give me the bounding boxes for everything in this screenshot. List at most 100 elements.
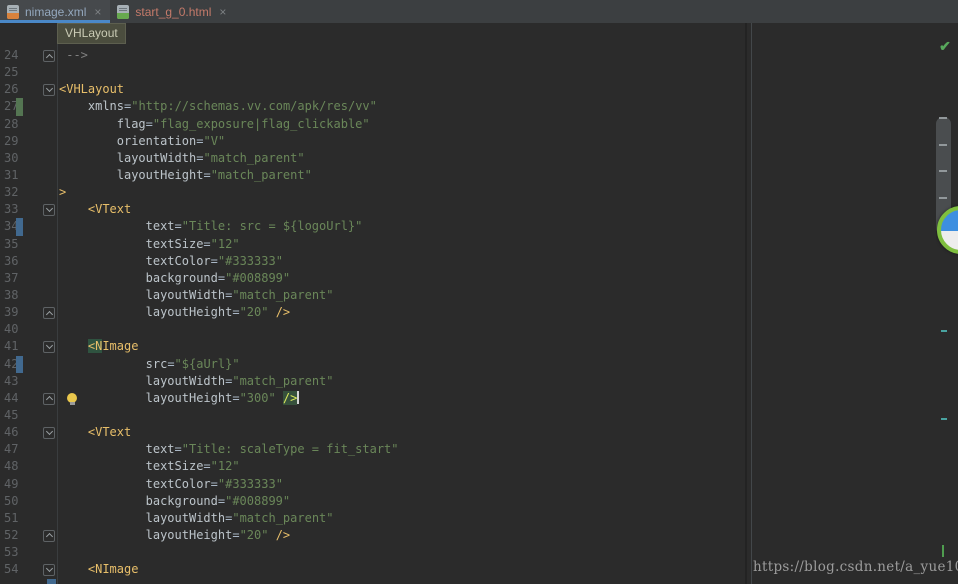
code-token: "300" xyxy=(240,391,276,405)
tab-label: nimage.xml xyxy=(25,5,86,19)
code-token: = xyxy=(232,305,239,319)
code-line[interactable]: 27xmlns="http://schemas.vv.com/apk/res/v… xyxy=(0,98,958,115)
code-line[interactable]: 48textSize="12" xyxy=(0,458,958,475)
code-line[interactable]: 45 xyxy=(0,407,958,424)
code-line[interactable]: 49textColor="#333333" xyxy=(0,476,958,493)
fold-end-icon[interactable] xyxy=(43,307,55,319)
stripe-mark[interactable] xyxy=(939,117,947,119)
line-number: 49 xyxy=(4,476,20,493)
line-number: 38 xyxy=(4,287,20,304)
code-line[interactable]: 30layoutWidth="match_parent" xyxy=(0,150,958,167)
close-icon[interactable]: × xyxy=(219,7,226,17)
modified-line-bar-partial xyxy=(47,579,56,584)
code-line[interactable]: 38layoutWidth="match_parent" xyxy=(0,287,958,304)
close-icon[interactable]: × xyxy=(94,7,101,17)
added-line-bar xyxy=(16,98,23,115)
fold-start-icon[interactable] xyxy=(43,427,55,439)
code-token: /> xyxy=(276,528,290,542)
stripe-mark[interactable] xyxy=(941,330,947,332)
inspections-ok-icon[interactable]: ✔ xyxy=(936,38,954,54)
code-line[interactable]: 33<VText xyxy=(0,201,958,218)
tab-nimage-xml[interactable]: nimage.xml × xyxy=(0,0,110,23)
stripe-mark[interactable] xyxy=(939,197,947,199)
stripe-mark[interactable] xyxy=(941,418,947,420)
code-token: textColor xyxy=(146,477,211,491)
code-line[interactable]: 41<NImage xyxy=(0,338,958,355)
code-line[interactable]: 32> xyxy=(0,184,958,201)
line-number: 35 xyxy=(4,236,20,253)
line-number: 50 xyxy=(4,493,20,510)
code-token: = xyxy=(175,442,182,456)
code-line[interactable]: 40 xyxy=(0,321,958,338)
code-line[interactable]: 28flag="flag_exposure|flag_clickable" xyxy=(0,116,958,133)
code-line[interactable]: 24--> xyxy=(0,47,958,64)
code-line[interactable]: 29orientation="V" xyxy=(0,133,958,150)
code-token: /> xyxy=(276,305,290,319)
code-line[interactable]: 47text="Title: scaleType = fit_start" xyxy=(0,441,958,458)
code-token: = xyxy=(203,168,210,182)
code-line[interactable]: 26<VHLayout xyxy=(0,81,958,98)
code-token: layoutWidth xyxy=(146,374,225,388)
fold-end-icon[interactable] xyxy=(43,530,55,542)
line-number: 51 xyxy=(4,510,20,527)
fold-start-icon[interactable] xyxy=(43,564,55,576)
code-line[interactable]: 37background="#008899" xyxy=(0,270,958,287)
code-line[interactable]: 52layoutHeight="20" /> xyxy=(0,527,958,544)
line-number: 43 xyxy=(4,373,20,390)
code-token: Image xyxy=(102,339,138,353)
code-line[interactable]: 44layoutHeight="300" /> xyxy=(0,390,958,407)
line-number: 26 xyxy=(4,81,20,98)
globe-icon[interactable] xyxy=(936,203,958,257)
code-token: /> xyxy=(283,391,297,405)
code-token: = xyxy=(175,219,182,233)
code-token: --> xyxy=(66,48,88,62)
code-editor[interactable]: 24-->2526<VHLayout27xmlns="http://schema… xyxy=(0,23,958,584)
code-line[interactable]: 46<VText xyxy=(0,424,958,441)
code-token: "12" xyxy=(211,459,240,473)
code-line[interactable]: 25 xyxy=(0,64,958,81)
code-token: "#333333" xyxy=(218,254,283,268)
code-token: "#008899" xyxy=(225,271,290,285)
code-token: "match_parent" xyxy=(232,511,333,525)
code-line[interactable]: 31layoutHeight="match_parent" xyxy=(0,167,958,184)
fold-start-icon[interactable] xyxy=(43,84,55,96)
code-line[interactable]: 43layoutWidth="match_parent" xyxy=(0,373,958,390)
code-line[interactable]: 51layoutWidth="match_parent" xyxy=(0,510,958,527)
code-token: textSize xyxy=(146,237,204,251)
code-token: = xyxy=(211,477,218,491)
code-token: = xyxy=(232,391,239,405)
line-number: 40 xyxy=(4,321,20,338)
code-line[interactable]: 35textSize="12" xyxy=(0,236,958,253)
code-line[interactable]: 50background="#008899" xyxy=(0,493,958,510)
code-token: layoutHeight xyxy=(117,168,204,182)
fold-end-icon[interactable] xyxy=(43,393,55,405)
code-token: layoutWidth xyxy=(117,151,196,165)
code-line[interactable]: 34text="Title: src = ${logoUrl}" xyxy=(0,218,958,235)
code-area[interactable]: 24-->2526<VHLayout27xmlns="http://schema… xyxy=(0,47,958,578)
code-line[interactable]: 36textColor="#333333" xyxy=(0,253,958,270)
tab-start-g-0-html[interactable]: start_g_0.html × xyxy=(110,0,235,23)
code-token: "match_parent" xyxy=(232,374,333,388)
fold-start-icon[interactable] xyxy=(43,204,55,216)
code-line[interactable]: 39layoutHeight="20" /> xyxy=(0,304,958,321)
editor-tab-bar: nimage.xml × start_g_0.html × xyxy=(0,0,958,23)
tag-tooltip: VHLayout xyxy=(57,23,126,44)
code-line[interactable]: 42src="${aUrl}" xyxy=(0,356,958,373)
stripe-mark[interactable] xyxy=(939,170,947,172)
code-token: src xyxy=(146,357,168,371)
code-token: <VText xyxy=(88,202,131,216)
modified-line-bar xyxy=(16,356,23,373)
html-file-icon xyxy=(117,5,129,19)
code-token xyxy=(268,305,275,319)
stripe-mark[interactable] xyxy=(939,144,947,146)
stripe-mark[interactable] xyxy=(942,545,944,557)
line-number: 47 xyxy=(4,441,20,458)
fold-end-icon[interactable] xyxy=(43,50,55,62)
line-number: 36 xyxy=(4,253,20,270)
code-token: = xyxy=(232,528,239,542)
fold-start-icon[interactable] xyxy=(43,341,55,353)
code-token: > xyxy=(59,185,66,199)
code-token: = xyxy=(211,254,218,268)
code-token: "match_parent" xyxy=(232,288,333,302)
line-number: 48 xyxy=(4,458,20,475)
